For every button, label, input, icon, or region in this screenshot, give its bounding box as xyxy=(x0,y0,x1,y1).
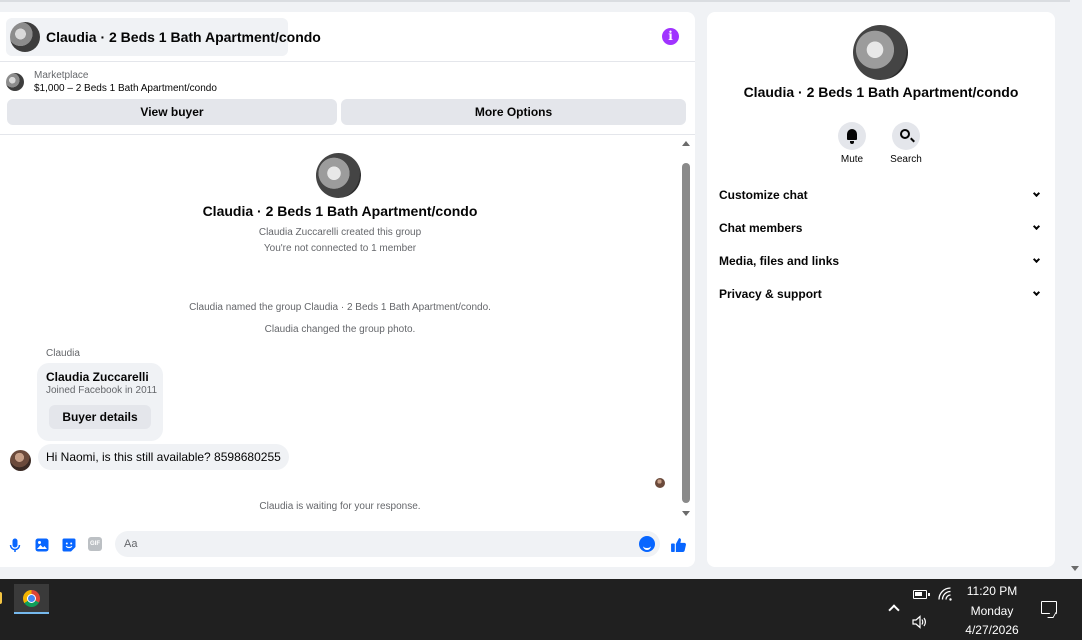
group-photo xyxy=(316,153,361,198)
profile-joined: Joined Facebook in 2011 xyxy=(46,385,158,396)
info-title: Claudia · 2 Beds 1 Bath Apartment/condo xyxy=(743,84,1019,100)
mute-label: Mute xyxy=(840,154,864,165)
group-title: Claudia · 2 Beds 1 Bath Apartment/condo xyxy=(202,203,478,219)
chat-title-button[interactable]: Claudia · 2 Beds 1 Bath Apartment/condo xyxy=(6,18,321,56)
message-list: Claudia · 2 Beds 1 Bath Apartment/condo … xyxy=(0,134,695,526)
volume-icon[interactable] xyxy=(912,615,928,632)
system-clock[interactable]: 11:20 PM Monday 4/27/2026 xyxy=(952,582,1032,640)
not-connected-text: You're not connected to 1 member xyxy=(263,243,417,254)
wifi-icon[interactable] xyxy=(938,587,953,604)
search-icon xyxy=(900,129,910,139)
chevron-down-icon xyxy=(1032,288,1041,297)
mute-button[interactable]: Mute xyxy=(827,122,877,165)
gif-icon[interactable]: GIF xyxy=(88,537,102,551)
message-scrollbar[interactable] xyxy=(682,141,691,516)
profile-name: Claudia Zuccarelli xyxy=(46,370,149,384)
notification-center-icon[interactable] xyxy=(1041,601,1057,614)
scroll-thumb[interactable] xyxy=(682,163,690,503)
microphone-icon[interactable] xyxy=(7,537,23,553)
gallery-icon[interactable] xyxy=(34,537,50,553)
section-media-files-links[interactable]: Media, files and links xyxy=(719,250,1043,272)
message-input[interactable]: Aa xyxy=(115,531,660,557)
chrome-icon xyxy=(23,590,40,607)
chevron-down-icon xyxy=(1032,189,1041,198)
chevron-down-icon xyxy=(1032,222,1041,231)
group-avatar xyxy=(10,22,40,52)
emoji-icon[interactable] xyxy=(639,536,655,552)
scroll-up-arrow[interactable] xyxy=(682,141,690,146)
top-divider xyxy=(0,0,1070,2)
chrome-taskbar-button[interactable] xyxy=(14,584,49,614)
section-chat-members[interactable]: Chat members xyxy=(719,217,1043,239)
section-privacy-support[interactable]: Privacy & support xyxy=(719,283,1043,305)
info-group-photo[interactable] xyxy=(853,25,908,80)
composer: GIF Aa xyxy=(0,526,695,567)
system-event: Claudia named the group Claudia · 2 Beds… xyxy=(189,302,491,313)
marketplace-listing[interactable]: Marketplace $1,000 – 2 Beds 1 Bath Apart… xyxy=(6,68,217,96)
section-label: Chat members xyxy=(719,221,803,235)
windows-taskbar: 11:20 PM Monday 4/27/2026 xyxy=(0,579,1082,640)
show-hidden-icons-chevron[interactable] xyxy=(888,604,900,616)
section-customize-chat[interactable]: Customize chat xyxy=(719,184,1043,206)
more-options-button[interactable]: More Options xyxy=(341,99,686,125)
search-button[interactable]: Search xyxy=(881,122,931,165)
battery-icon[interactable] xyxy=(913,590,930,599)
section-label: Customize chat xyxy=(719,188,808,202)
conversation-info-panel: Claudia · 2 Beds 1 Bath Apartment/condo … xyxy=(707,12,1055,567)
chevron-down-icon xyxy=(1032,255,1041,264)
scroll-down-arrow[interactable] xyxy=(682,511,690,516)
clock-date: 4/27/2026 xyxy=(965,623,1019,637)
system-event: Claudia changed the group photo. xyxy=(264,324,416,335)
section-label: Media, files and links xyxy=(719,254,840,268)
buyer-details-button[interactable]: Buyer details xyxy=(49,405,151,429)
listing-thumbnail xyxy=(6,73,24,91)
message-input-placeholder: Aa xyxy=(124,538,138,550)
clock-time: 11:20 PM xyxy=(966,584,1018,598)
view-buyer-button[interactable]: View buyer xyxy=(7,99,337,125)
profile-card: Claudia Zuccarelli Joined Facebook in 20… xyxy=(37,363,163,441)
info-icon[interactable]: i xyxy=(662,28,679,45)
bell-icon xyxy=(847,129,857,144)
listing-category: Marketplace xyxy=(34,70,89,81)
thumbs-up-icon[interactable] xyxy=(670,536,686,552)
chat-panel: Claudia · 2 Beds 1 Bath Apartment/condo … xyxy=(0,12,695,567)
clock-day: Monday xyxy=(970,603,1014,618)
chat-title: Claudia · 2 Beds 1 Bath Apartment/condo xyxy=(46,29,321,45)
chat-header: Claudia · 2 Beds 1 Bath Apartment/condo … xyxy=(0,12,695,62)
section-label: Privacy & support xyxy=(719,287,822,301)
sender-avatar[interactable] xyxy=(10,450,31,471)
listing-title: $1,000 – 2 Beds 1 Bath Apartment/condo xyxy=(34,83,217,94)
waiting-text: Claudia is waiting for your response. xyxy=(259,501,421,512)
search-label: Search xyxy=(890,154,922,165)
sender-name: Claudia xyxy=(46,348,80,359)
sticker-icon[interactable] xyxy=(61,537,77,553)
page-scroll-down-arrow[interactable] xyxy=(1071,566,1079,571)
message-bubble[interactable]: Hi Naomi, is this still available? 85986… xyxy=(38,444,289,470)
group-created-text: Claudia Zuccarelli created this group xyxy=(258,227,422,238)
seen-avatar xyxy=(655,478,665,488)
